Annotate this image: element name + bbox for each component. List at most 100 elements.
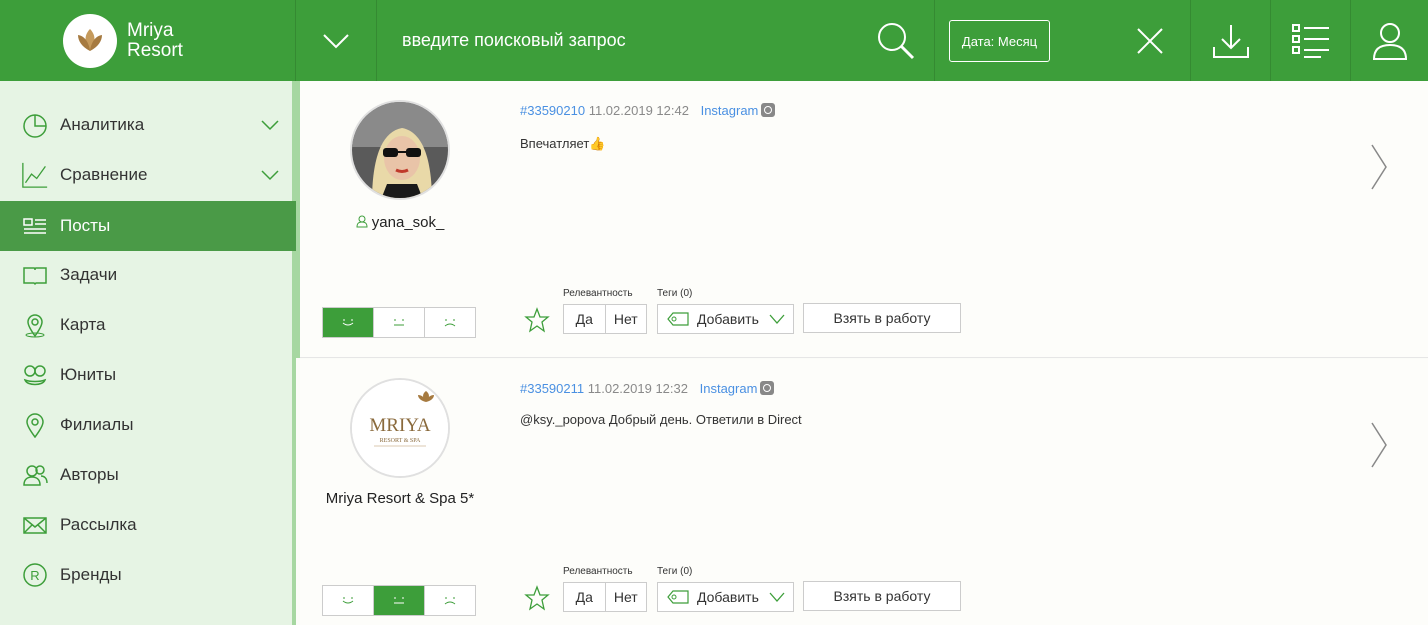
sidebar-item-label: Филиалы xyxy=(60,415,134,434)
neutral-face-icon xyxy=(394,319,404,325)
brand-logo[interactable]: Mriya Resort xyxy=(0,0,295,81)
list-icon xyxy=(23,218,46,234)
tags-label: Теги (0) xyxy=(657,566,693,577)
list-view-button[interactable] xyxy=(1271,0,1350,81)
registered-icon: R xyxy=(23,563,47,587)
lotus-logo-icon xyxy=(63,13,117,68)
author-name: yana_sok_ xyxy=(371,214,445,231)
sidebar-item-comparison[interactable]: Сравнение xyxy=(0,150,296,200)
svg-text:R: R xyxy=(30,568,39,583)
menu-toggle-button[interactable] xyxy=(296,0,376,81)
post-source-link[interactable]: Instagram xyxy=(700,381,758,396)
smile-icon xyxy=(342,597,354,603)
relevance-no-button[interactable]: Нет xyxy=(606,583,647,611)
search-button[interactable] xyxy=(858,0,934,81)
chevron-down-icon xyxy=(261,170,279,181)
chevron-right-icon[interactable] xyxy=(1370,421,1388,469)
sidebar-item-label: Сравнение xyxy=(60,165,148,184)
avatar-logo-text: MRIYA xyxy=(369,415,431,436)
sentiment-neutral-button[interactable] xyxy=(374,308,425,337)
instagram-icon xyxy=(761,103,776,117)
post-id-link[interactable]: #33590210 xyxy=(520,103,585,118)
date-filter-button[interactable]: Дата: Месяц xyxy=(949,20,1050,62)
post-meta: #33590210 11.02.2019 12:42 Instagram xyxy=(520,103,776,118)
user-icon xyxy=(356,215,368,228)
add-tag-label: Добавить xyxy=(697,311,759,327)
avatar[interactable]: MRIYA RESORT & SPA xyxy=(350,378,450,478)
sentiment-positive-button[interactable] xyxy=(323,586,374,615)
clear-button[interactable] xyxy=(1110,0,1190,81)
avatar-logo-subtext: RESORT & SPA xyxy=(380,438,421,444)
units-icon xyxy=(23,365,47,386)
post-meta: #33590211 11.02.2019 12:32 Instagram xyxy=(520,381,775,396)
neutral-face-icon xyxy=(394,597,404,603)
sidebar-item-units[interactable]: Юниты xyxy=(0,350,296,400)
add-tag-dropdown[interactable]: Добавить xyxy=(657,582,794,612)
sidebar-item-brands[interactable]: R Бренды xyxy=(0,550,296,600)
relevance-toggle: Да Нет xyxy=(563,304,647,334)
sidebar-item-label: Аналитика xyxy=(60,115,145,134)
add-tag-label: Добавить xyxy=(697,589,759,605)
brand-name: Mriya Resort xyxy=(127,19,183,61)
relevance-yes-button[interactable]: Да xyxy=(564,583,606,611)
relevance-no-button[interactable]: Нет xyxy=(606,305,647,333)
relevance-label: Релевантность xyxy=(563,288,633,299)
take-to-work-button[interactable]: Взять в работу xyxy=(803,581,961,611)
chevron-right-icon[interactable] xyxy=(1370,143,1388,191)
sidebar-item-authors[interactable]: Авторы xyxy=(0,450,296,500)
sidebar-item-analytics[interactable]: Аналитика xyxy=(0,100,296,150)
post-card[interactable]: yana_sok_ #33590210 11.02.2019 12:42 Ins… xyxy=(296,81,1428,358)
download-button[interactable] xyxy=(1191,0,1270,81)
sidebar-item-posts[interactable]: Посты xyxy=(0,201,296,251)
search-icon xyxy=(878,22,915,59)
sentiment-negative-button[interactable] xyxy=(425,308,475,337)
relevance-label: Релевантность xyxy=(563,566,633,577)
sentiment-negative-button[interactable] xyxy=(425,586,475,615)
take-to-work-button[interactable]: Взять в работу xyxy=(803,303,961,333)
tag-icon xyxy=(667,312,689,326)
instagram-icon xyxy=(760,381,775,395)
brand-line1: Mriya xyxy=(127,19,174,41)
sentiment-selector xyxy=(322,307,476,338)
post-datetime: 11.02.2019 12:32 xyxy=(587,381,688,396)
sidebar-item-label: Бренды xyxy=(60,565,122,584)
chevron-down-icon xyxy=(769,592,785,602)
sad-face-icon xyxy=(444,319,456,326)
star-icon[interactable] xyxy=(524,585,550,611)
relevance-toggle: Да Нет xyxy=(563,582,647,612)
chevron-down-icon xyxy=(323,33,349,48)
star-icon[interactable] xyxy=(524,307,550,333)
location-icon xyxy=(26,413,44,438)
sidebar-item-mailing[interactable]: Рассылка xyxy=(0,500,296,550)
top-bar: Mriya Resort введите поисковый запрос Да… xyxy=(0,0,1428,81)
tags-label: Теги (0) xyxy=(657,288,693,299)
sidebar-item-label: Карта xyxy=(60,315,106,334)
post-author[interactable]: yana_sok_ xyxy=(300,214,500,231)
tag-icon xyxy=(667,590,689,604)
post-author[interactable]: Mriya Resort & Spa 5* xyxy=(300,490,500,507)
avatar[interactable] xyxy=(350,100,450,200)
sidebar-item-tasks[interactable]: Задачи xyxy=(0,250,296,300)
user-icon xyxy=(1372,22,1407,60)
line-chart-icon xyxy=(22,162,48,188)
sidebar-item-label: Авторы xyxy=(60,465,119,484)
book-icon xyxy=(23,267,47,286)
sentiment-positive-button[interactable] xyxy=(323,308,374,337)
sidebar-item-label: Посты xyxy=(60,216,111,235)
search-input[interactable]: введите поисковый запрос xyxy=(402,30,626,51)
download-icon xyxy=(1212,24,1249,58)
sentiment-selector xyxy=(322,585,476,616)
authors-icon xyxy=(23,465,48,486)
user-profile-button[interactable] xyxy=(1351,0,1428,81)
relevance-yes-button[interactable]: Да xyxy=(564,305,606,333)
post-source-link[interactable]: Instagram xyxy=(701,103,759,118)
sidebar-item-map[interactable]: Карта xyxy=(0,300,296,350)
sad-face-icon xyxy=(444,597,456,604)
post-id-link[interactable]: #33590211 xyxy=(520,381,584,396)
chevron-down-icon xyxy=(769,314,785,324)
add-tag-dropdown[interactable]: Добавить xyxy=(657,304,794,334)
smile-icon xyxy=(342,319,354,325)
sentiment-neutral-button[interactable] xyxy=(374,586,425,615)
sidebar-item-branches[interactable]: Филиалы xyxy=(0,400,296,450)
post-card[interactable]: MRIYA RESORT & SPA Mriya Resort & Spa 5*… xyxy=(300,359,1428,625)
